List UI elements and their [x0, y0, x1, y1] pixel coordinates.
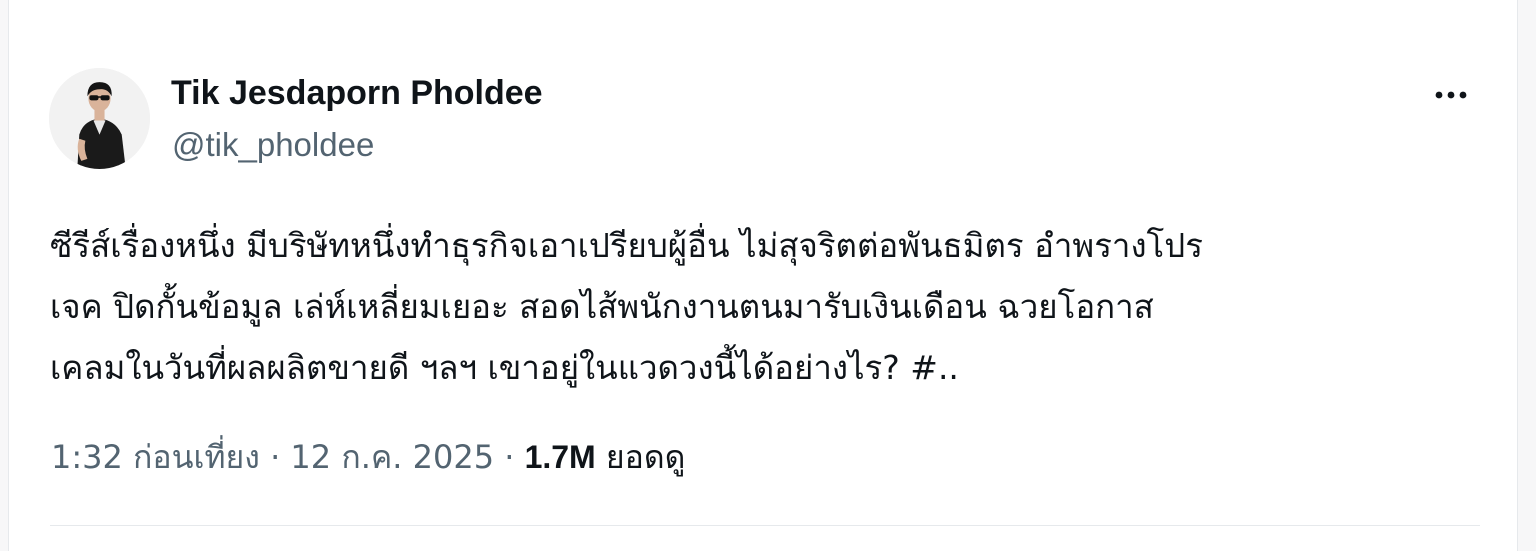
tweet-text: ซีรีส์เรื่องหนึ่ง มีบริษัทหนึ่งทำธุรกิจเ… — [50, 215, 1490, 398]
author-handle[interactable]: @tik_pholdee — [172, 126, 374, 164]
avatar[interactable] — [49, 68, 150, 169]
tweet-time[interactable]: 1:32 ก่อนเที่ยง — [51, 438, 260, 476]
tweet-date[interactable]: 12 ก.ค. 2025 — [290, 438, 494, 476]
tweet-text-line: ซีรีส์เรื่องหนึ่ง มีบริษัทหนึ่งทำธุรกิจเ… — [50, 226, 1203, 265]
meta-separator: · — [504, 438, 515, 476]
tweet-text-line: เจค ปิดกั้นข้อมูล เล่ห์เหลี่ยมเยอะ สอดไส… — [50, 287, 1154, 326]
divider — [50, 525, 1480, 526]
views-label: ยอดดู — [605, 438, 686, 476]
tweet-meta: 1:32 ก่อนเที่ยง · 12 ก.ค. 2025 · 1.7M ยอ… — [51, 432, 685, 483]
views-count: 1.7M — [524, 439, 596, 475]
tweet-text-line[interactable]: เคลมในวันที่ผลผลิตขายดี ฯลฯ เขาอยู่ในแวด… — [50, 337, 1490, 398]
more-options-button[interactable] — [1427, 76, 1475, 114]
more-horizontal-icon — [1435, 91, 1467, 99]
profile-photo-icon — [49, 68, 150, 169]
tweet-card: Tik Jesdaporn Pholdee @tik_pholdee ซีรีส… — [8, 0, 1518, 551]
meta-separator: · — [270, 438, 281, 476]
author-display-name[interactable]: Tik Jesdaporn Pholdee — [171, 74, 543, 113]
